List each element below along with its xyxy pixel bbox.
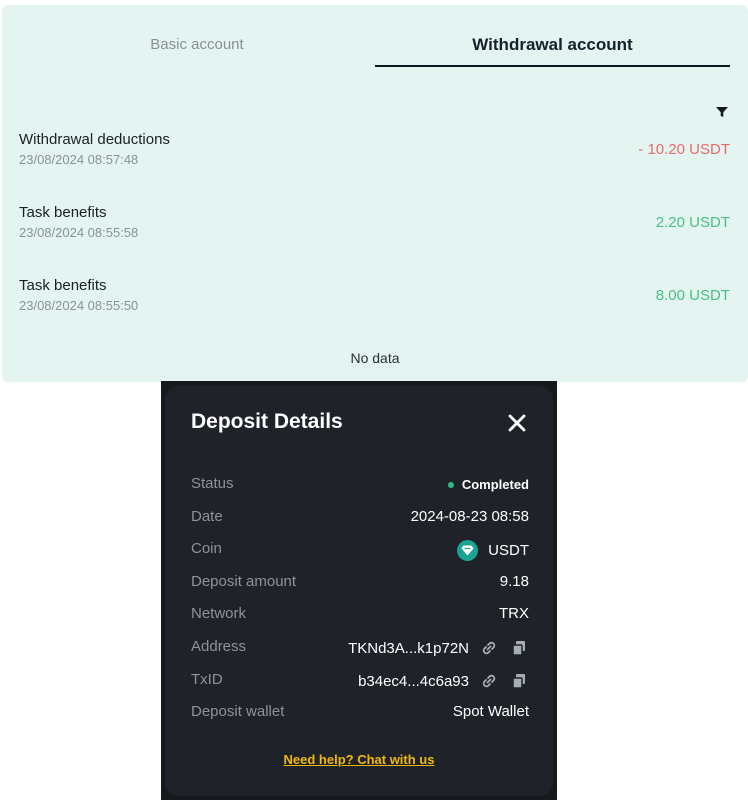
transaction-title: Withdrawal deductions [19, 131, 170, 148]
tab-basic-account[interactable]: Basic account [20, 5, 374, 67]
amount-value: 9.18 [499, 573, 529, 590]
deposit-details-modal: Deposit Details Status Completed Date 20… [165, 386, 553, 796]
detail-row-network: Network TRX [191, 605, 529, 627]
detail-row-wallet: Deposit wallet Spot Wallet [191, 703, 529, 725]
date-label: Date [191, 508, 223, 525]
coin-value: USDT [457, 540, 529, 561]
txid-value: b34ec4...4c6a93 [358, 671, 529, 691]
transaction-amount: - 10.20 USDT [638, 141, 730, 158]
address-text: TKNd3A...k1p72N [348, 639, 469, 657]
modal-backdrop: Deposit Details Status Completed Date 20… [161, 381, 557, 800]
close-icon[interactable] [505, 411, 529, 435]
copy-icon[interactable] [509, 638, 529, 658]
detail-row-date: Date 2024-08-23 08:58 [191, 508, 529, 530]
filter-icon[interactable] [715, 105, 729, 119]
transaction-title: Task benefits [19, 277, 107, 294]
address-value: TKNd3A...k1p72N [348, 638, 529, 658]
transaction-row[interactable]: Task benefits 23/08/2024 08:55:58 2.20 U… [2, 204, 748, 254]
copy-icon[interactable] [509, 671, 529, 691]
network-value: TRX [499, 605, 529, 622]
active-tab-indicator [375, 65, 730, 67]
account-tabs: Basic account Withdrawal account [2, 5, 748, 67]
date-value: 2024-08-23 08:58 [410, 508, 529, 525]
transaction-row[interactable]: Task benefits 23/08/2024 08:55:50 8.00 U… [2, 277, 748, 327]
wallet-label: Deposit wallet [191, 703, 285, 720]
wallet-value: Spot Wallet [452, 703, 529, 720]
help-chat-link[interactable]: Need help? Chat with us [165, 752, 553, 767]
txid-label: TxID [191, 671, 223, 688]
detail-row-amount: Deposit amount 9.18 [191, 573, 529, 595]
modal-title: Deposit Details [191, 410, 343, 433]
transaction-time: 23/08/2024 08:55:58 [19, 225, 139, 240]
address-label: Address [191, 638, 247, 655]
status-label: Status [191, 475, 234, 492]
status-dot-icon [447, 481, 454, 488]
link-icon[interactable] [479, 638, 499, 658]
usdt-coin-icon [457, 540, 479, 561]
detail-row-address: Address TKNd3A...k1p72N [191, 638, 529, 660]
transaction-time: 23/08/2024 08:57:48 [19, 152, 139, 167]
detail-row-status: Status Completed [191, 475, 529, 497]
transaction-row[interactable]: Withdrawal deductions 23/08/2024 08:57:4… [2, 131, 748, 181]
amount-label: Deposit amount [191, 573, 297, 590]
transaction-time: 23/08/2024 08:55:50 [19, 298, 139, 313]
no-data-message: No data [350, 350, 400, 366]
transaction-amount: 8.00 USDT [655, 287, 730, 304]
transaction-title: Task benefits [19, 204, 107, 221]
tab-withdrawal-account[interactable]: Withdrawal account [375, 5, 730, 67]
transaction-amount: 2.20 USDT [655, 214, 730, 231]
coin-label: Coin [191, 540, 222, 557]
status-value: Completed [447, 477, 529, 492]
txid-text: b34ec4...4c6a93 [358, 672, 469, 690]
detail-row-txid: TxID b34ec4...4c6a93 [191, 671, 529, 693]
network-label: Network [191, 605, 247, 622]
account-panel: Basic account Withdrawal account Withdra… [2, 5, 748, 382]
status-text: Completed [461, 477, 529, 492]
detail-row-coin: Coin USDT [191, 540, 529, 562]
coin-text: USDT [488, 542, 529, 559]
link-icon[interactable] [479, 671, 499, 691]
